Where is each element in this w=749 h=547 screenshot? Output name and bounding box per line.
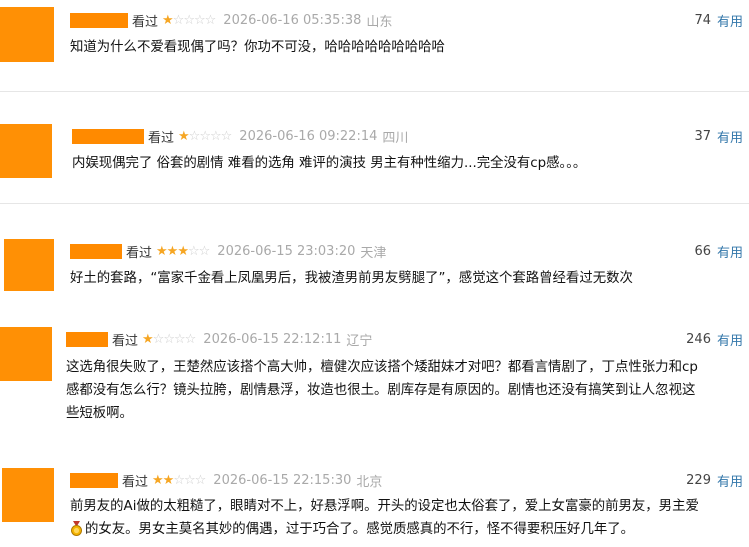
star-icon: ☆ (204, 12, 217, 28)
watched-label: 看过 (126, 245, 153, 261)
vote-count: 37 (694, 128, 711, 144)
review-datetime: 2026-06-15 23:03:20 (217, 243, 356, 259)
review-text-line: 些短板啊。 (66, 406, 133, 421)
review-text-line: 这选角很失败了，王楚然应该搭个高大帅，檀健次应该搭个矮甜妹才对吧？都看言情剧了，… (66, 360, 698, 375)
star-icon: ☆ (194, 472, 207, 488)
star-icon: ☆ (173, 472, 185, 488)
star-icon: ★ (142, 331, 154, 347)
watched-label: 看过 (148, 130, 175, 146)
review-item: 看过 ★☆☆☆☆ 2026-06-16 09:22:14 四川 37 有用 内娱… (0, 118, 749, 208)
review-location: 辽宁 (346, 333, 373, 349)
avatar[interactable] (0, 124, 52, 178)
review-item: 看过 ★★★☆☆ 2026-06-15 23:03:20 天津 66 有用 好土… (0, 232, 749, 322)
star-icon: ★ (178, 128, 190, 144)
medal-icon (71, 521, 82, 536)
useful-button[interactable]: 有用 (717, 242, 743, 261)
avatar[interactable] (0, 7, 54, 62)
star-icon: ☆ (173, 331, 186, 347)
review-text: 知道为什么不爱看现偶了吗？你功不可没，哈哈哈哈哈哈哈哈哈 (70, 40, 445, 55)
review-text-line-with-medal: 的女友。男女主莫名其妙的偶遇，过于巧合了。感觉质感真的不行，怪不得要积压好几年了… (70, 518, 746, 541)
star-icon: ★ (152, 472, 164, 488)
review-text-line: 感都没有怎么行？镜头拉胯，剧情悬浮，妆造也很土。剧库存是有原因的。剧情也还没有搞… (66, 383, 696, 398)
username[interactable] (70, 243, 122, 259)
star-icon: ☆ (183, 472, 196, 488)
rating-stars: ★☆☆☆☆ (162, 12, 217, 28)
username[interactable] (72, 128, 144, 144)
review-datetime: 2026-06-15 22:12:11 (203, 331, 342, 347)
star-icon: ☆ (198, 243, 211, 259)
rating-stars: ★★☆☆☆ (152, 472, 207, 488)
star-icon: ☆ (187, 243, 200, 259)
star-icon: ☆ (209, 128, 222, 144)
useful-button[interactable]: 有用 (717, 127, 743, 146)
review-text: 内娱现偶完了 俗套的剧情 难看的选角 难评的演技 男主有种性缩力...完全没有c… (72, 156, 587, 171)
username[interactable] (70, 472, 118, 488)
star-icon: ☆ (163, 331, 175, 347)
useful-button[interactable]: 有用 (717, 471, 743, 490)
review-text-line: 前男友的Ai做的太粗糙了，眼睛对不上，好悬浮啊。开头的设定也太俗套了，爱上女富豪… (70, 499, 699, 514)
watched-label: 看过 (132, 14, 159, 30)
review-text: 前男友的Ai做的太粗糙了，眼睛对不上，好悬浮啊。开头的设定也太俗套了，爱上女富豪… (70, 495, 746, 541)
review-location: 北京 (356, 474, 383, 490)
review-location: 四川 (382, 130, 409, 146)
star-icon: ★ (156, 243, 168, 259)
star-icon: ☆ (152, 331, 165, 347)
watched-label: 看过 (112, 333, 139, 349)
rating-stars: ★☆☆☆☆ (142, 331, 197, 347)
star-icon: ☆ (172, 12, 185, 28)
useful-button[interactable]: 有用 (717, 330, 743, 349)
vote-count: 229 (686, 472, 711, 488)
star-icon: ☆ (183, 12, 195, 28)
review-item: 看过 ★☆☆☆☆ 2026-06-16 05:35:38 山东 74 有用 知道… (0, 0, 749, 90)
review-location: 山东 (366, 14, 393, 30)
review-item: 看过 ★★☆☆☆ 2026-06-15 22:15:30 北京 229 有用 前… (0, 462, 749, 547)
rating-stars: ★☆☆☆☆ (178, 128, 233, 144)
useful-button[interactable]: 有用 (717, 11, 743, 30)
star-icon: ★ (162, 472, 175, 488)
vote-count: 66 (694, 243, 711, 259)
review-item: 看过 ★☆☆☆☆ 2026-06-15 22:12:11 辽宁 246 有用 这… (0, 320, 749, 440)
review-text: 好土的套路，“富家千金看上凤凰男后，我被渣男前男友劈腿了”，感觉这个套路曾经看过… (70, 271, 633, 286)
divider (0, 91, 749, 92)
review-text-line: 的女友。男女主莫名其妙的偶遇，过于巧合了。感觉质感真的不行，怪不得要积压好几年了… (85, 522, 635, 537)
review-datetime: 2026-06-15 22:15:30 (213, 472, 352, 488)
vote-count: 246 (686, 331, 711, 347)
review-text: 这选角很失败了，王楚然应该搭个高大帅，檀健次应该搭个矮甜妹才对吧？都看言情剧了，… (66, 356, 746, 425)
watched-label: 看过 (122, 474, 149, 490)
review-datetime: 2026-06-16 05:35:38 (223, 12, 362, 28)
username[interactable] (66, 331, 108, 347)
review-location: 天津 (360, 245, 387, 261)
star-icon: ☆ (193, 12, 206, 28)
divider (0, 203, 749, 204)
star-icon: ☆ (199, 128, 211, 144)
star-icon: ★ (177, 243, 189, 259)
star-icon: ★ (162, 12, 174, 28)
vote-count: 74 (694, 12, 711, 28)
avatar[interactable] (4, 239, 54, 291)
avatar[interactable] (0, 327, 52, 381)
rating-stars: ★★★☆☆ (156, 243, 211, 259)
star-icon: ☆ (184, 331, 197, 347)
star-icon: ★ (166, 243, 179, 259)
star-icon: ☆ (188, 128, 201, 144)
avatar[interactable] (2, 468, 54, 522)
review-datetime: 2026-06-16 09:22:14 (239, 128, 378, 144)
star-icon: ☆ (220, 128, 233, 144)
username[interactable] (70, 12, 128, 28)
